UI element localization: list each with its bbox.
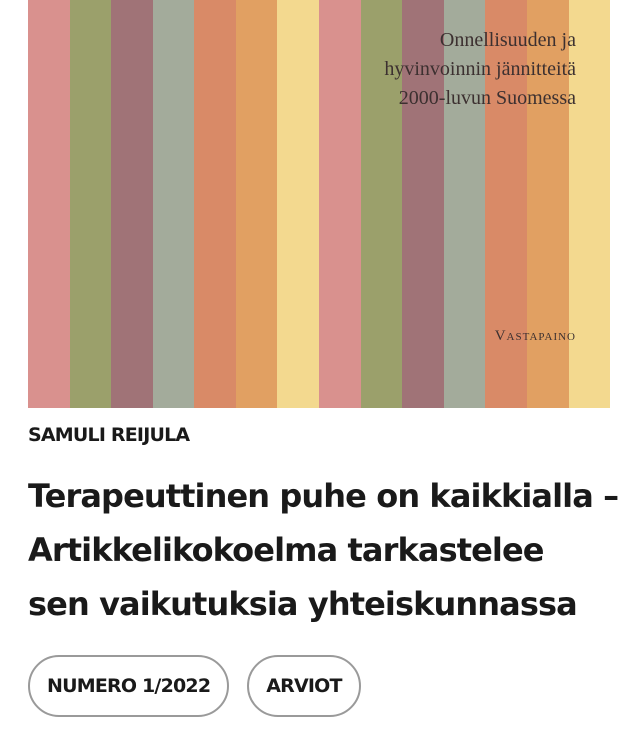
- cover-subtitle-line: hyvinvoinnin jännitteitä: [384, 58, 576, 80]
- article-title[interactable]: Terapeuttinen puhe on kaikkialla – Artik…: [28, 469, 628, 631]
- tag-issue-button[interactable]: NUMERO 1/2022: [28, 655, 230, 717]
- tag-list: NUMERO 1/2022 ARVIOT: [28, 655, 361, 717]
- article-title-line: sen vaikutuksia yhteiskunnassa: [28, 585, 578, 623]
- cover-stripe: [69, 0, 112, 408]
- article-title-line: Artikkelikokoelma tarkastelee: [28, 531, 544, 569]
- cover-subtitle: Onnellisuuden ja hyvinvoinnin jännitteit…: [384, 26, 576, 113]
- cover-subtitle-line: 2000-luvun Suomessa: [398, 87, 576, 109]
- cover-stripe: [319, 0, 361, 408]
- cover-stripe: [111, 0, 153, 408]
- cover-stripe: [277, 0, 320, 408]
- tag-category-button[interactable]: ARVIOT: [247, 655, 361, 717]
- article-card[interactable]: Onnellisuuden ja hyvinvoinnin jännitteit…: [28, 0, 619, 717]
- author-name[interactable]: SAMULI REIJULA: [28, 424, 190, 446]
- cover-stripe: [28, 0, 70, 408]
- cover-stripe: [194, 0, 236, 408]
- book-cover-image[interactable]: Onnellisuuden ja hyvinvoinnin jännitteit…: [28, 0, 610, 408]
- article-title-line: Terapeuttinen puhe on kaikkialla –: [28, 477, 619, 515]
- cover-stripe: [235, 0, 278, 408]
- cover-stripe: [152, 0, 195, 408]
- cover-subtitle-line: Onnellisuuden ja: [439, 29, 576, 51]
- cover-publisher: Vastapaino: [494, 328, 576, 344]
